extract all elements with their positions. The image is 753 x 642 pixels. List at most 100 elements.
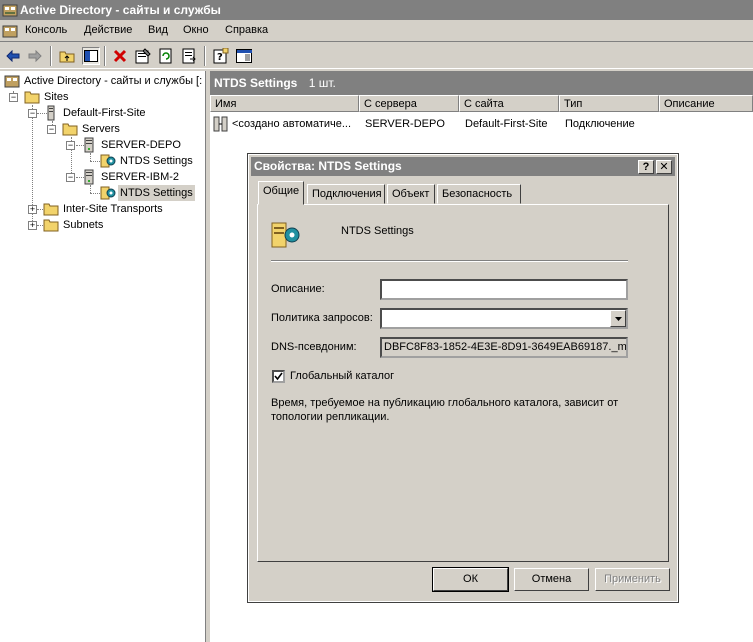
show-action-pane-button[interactable] xyxy=(235,47,253,65)
separator xyxy=(271,260,628,262)
tree-item-subnets-label: Subnets xyxy=(63,219,104,231)
window-titlebar[interactable]: Active Directory - сайты и службы xyxy=(0,0,753,20)
global-catalog-checkbox[interactable] xyxy=(272,370,285,383)
connection-icon xyxy=(213,116,228,132)
apply-button[interactable]: Применить xyxy=(595,568,670,591)
global-catalog-info: Время, требуемое на публикацию глобально… xyxy=(271,397,619,423)
row-description xyxy=(665,116,751,132)
delete-x-icon xyxy=(113,49,127,63)
tree-item-sites-label: Sites xyxy=(44,91,69,103)
row-name: <создано автоматиче... xyxy=(232,118,352,130)
query-policy-dropdown-button[interactable] xyxy=(610,310,626,327)
tab-object[interactable]: Объект xyxy=(387,184,435,204)
row-from-site: Default-First-Site xyxy=(465,118,548,130)
show-tree-button[interactable] xyxy=(82,47,100,65)
column-header-description[interactable]: Описание xyxy=(659,95,753,112)
tree-root-label: Active Directory - сайты и службы [: xyxy=(24,75,203,87)
tree-item-server-depo-label: SERVER-DEPO xyxy=(101,139,181,151)
window-title: Active Directory - сайты и службы xyxy=(20,3,221,17)
export-list-button[interactable] xyxy=(180,47,198,65)
subnets-expand-toggle[interactable]: + xyxy=(28,221,37,230)
ad-sites-root-icon xyxy=(4,75,20,88)
help-button[interactable]: ? xyxy=(212,47,230,65)
query-policy-select[interactable] xyxy=(380,308,628,329)
properties-icon xyxy=(135,48,151,64)
row-from-server: SERVER-DEPO xyxy=(365,118,445,130)
forward-button[interactable] xyxy=(26,47,44,65)
inter-site-expand-toggle[interactable]: + xyxy=(28,205,37,214)
svg-text:?: ? xyxy=(217,52,223,63)
tree-item-server-ibm-ntds[interactable]: NTDS Settings xyxy=(118,185,195,201)
toolbar: ? xyxy=(0,43,753,69)
dialog-title: Свойства: NTDS Settings xyxy=(254,159,402,173)
column-header-type[interactable]: Тип xyxy=(559,95,659,112)
cancel-button[interactable]: Отмена xyxy=(514,568,589,591)
tree-item-default-site[interactable]: Default-First-Site xyxy=(61,105,148,121)
menu-action[interactable]: Действие xyxy=(84,24,132,36)
tree-item-subnets[interactable]: Subnets xyxy=(61,217,105,233)
menu-help[interactable]: Справка xyxy=(225,24,268,36)
ntds-settings-icon xyxy=(100,186,116,200)
tree-item-sites[interactable]: Sites xyxy=(42,89,70,105)
folder-icon xyxy=(62,123,78,136)
back-button[interactable] xyxy=(4,47,22,65)
ad-sites-app-icon xyxy=(2,4,18,17)
tab-general-label: Общие xyxy=(263,185,300,197)
server-icon xyxy=(84,169,94,185)
chevron-down-icon xyxy=(614,316,622,321)
dialog-close-button[interactable]: ✕ xyxy=(656,160,672,174)
tree-item-servers-label: Servers xyxy=(82,123,120,135)
tab-general[interactable]: Общие xyxy=(258,181,304,205)
tree-root[interactable]: Active Directory - сайты и службы [: xyxy=(22,73,204,89)
back-arrow-icon xyxy=(6,50,20,62)
object-name: NTDS Settings xyxy=(341,225,414,237)
tab-connections[interactable]: Подключения xyxy=(307,184,385,204)
checkmark-icon xyxy=(274,372,283,381)
dialog-help-button[interactable]: ? xyxy=(638,160,654,174)
tree-item-server-depo-ntds[interactable]: NTDS Settings xyxy=(118,153,195,169)
properties-button[interactable] xyxy=(134,47,152,65)
toolbar-separator xyxy=(50,46,52,66)
console-icon[interactable] xyxy=(2,23,18,39)
tab-security[interactable]: Безопасность xyxy=(437,184,521,204)
tree-item-inter-site[interactable]: Inter-Site Transports xyxy=(61,201,165,217)
dialog-titlebar[interactable]: Свойства: NTDS Settings ? ✕ xyxy=(251,157,675,176)
details-pane-title: NTDS Settings xyxy=(214,76,298,90)
tree-item-server-depo[interactable]: SERVER-DEPO xyxy=(99,137,183,153)
server-icon xyxy=(84,137,94,153)
details-item-count: 1 шт. xyxy=(308,76,336,90)
folder-icon xyxy=(43,219,59,232)
tree-item-server-ibm-label: SERVER-IBM-2 xyxy=(101,171,180,183)
menu-view[interactable]: Вид xyxy=(148,24,168,36)
general-tab-panel: NTDS Settings Описание: Политика запросо… xyxy=(257,204,669,562)
menu-window[interactable]: Окно xyxy=(183,24,209,36)
description-input[interactable] xyxy=(380,279,628,300)
server-depo-collapse-toggle[interactable]: − xyxy=(66,141,75,150)
menu-console[interactable]: Консоль xyxy=(25,24,67,36)
global-catalog-label: Глобальный каталог xyxy=(290,370,395,382)
delete-button[interactable] xyxy=(111,47,129,65)
server-ibm-collapse-toggle[interactable]: − xyxy=(66,173,75,182)
action-pane-icon xyxy=(236,49,252,63)
tree-item-server-ibm[interactable]: SERVER-IBM-2 xyxy=(99,169,181,185)
tree-item-servers[interactable]: Servers xyxy=(80,121,122,137)
ntds-settings-icon xyxy=(100,154,116,168)
sites-collapse-toggle[interactable]: − xyxy=(9,93,18,102)
dns-alias-field[interactable]: DBFC8F83-1852-4E3E-8D91-3649EAB69187._ms… xyxy=(380,337,628,358)
refresh-button[interactable] xyxy=(157,47,175,65)
default-site-collapse-toggle[interactable]: − xyxy=(28,109,37,118)
up-level-button[interactable] xyxy=(58,47,76,65)
tree-item-server-ibm-ntds-label: NTDS Settings xyxy=(118,185,195,201)
toolbar-separator xyxy=(204,46,206,66)
servers-collapse-toggle[interactable]: − xyxy=(47,125,56,134)
ok-button[interactable]: ОК xyxy=(432,567,509,592)
console-tree[interactable]: Active Directory - сайты и службы [: − S… xyxy=(0,71,206,642)
column-header-from-site[interactable]: С сайта xyxy=(459,95,559,112)
help-icon: ? xyxy=(213,48,229,64)
details-pane-header: NTDS Settings 1 шт. xyxy=(210,71,753,95)
refresh-icon xyxy=(159,48,172,64)
toolbar-separator xyxy=(104,46,106,66)
column-header-from-server[interactable]: С сервера xyxy=(359,95,459,112)
column-header-name[interactable]: Имя xyxy=(210,95,359,112)
row-type: Подключение xyxy=(565,118,635,130)
